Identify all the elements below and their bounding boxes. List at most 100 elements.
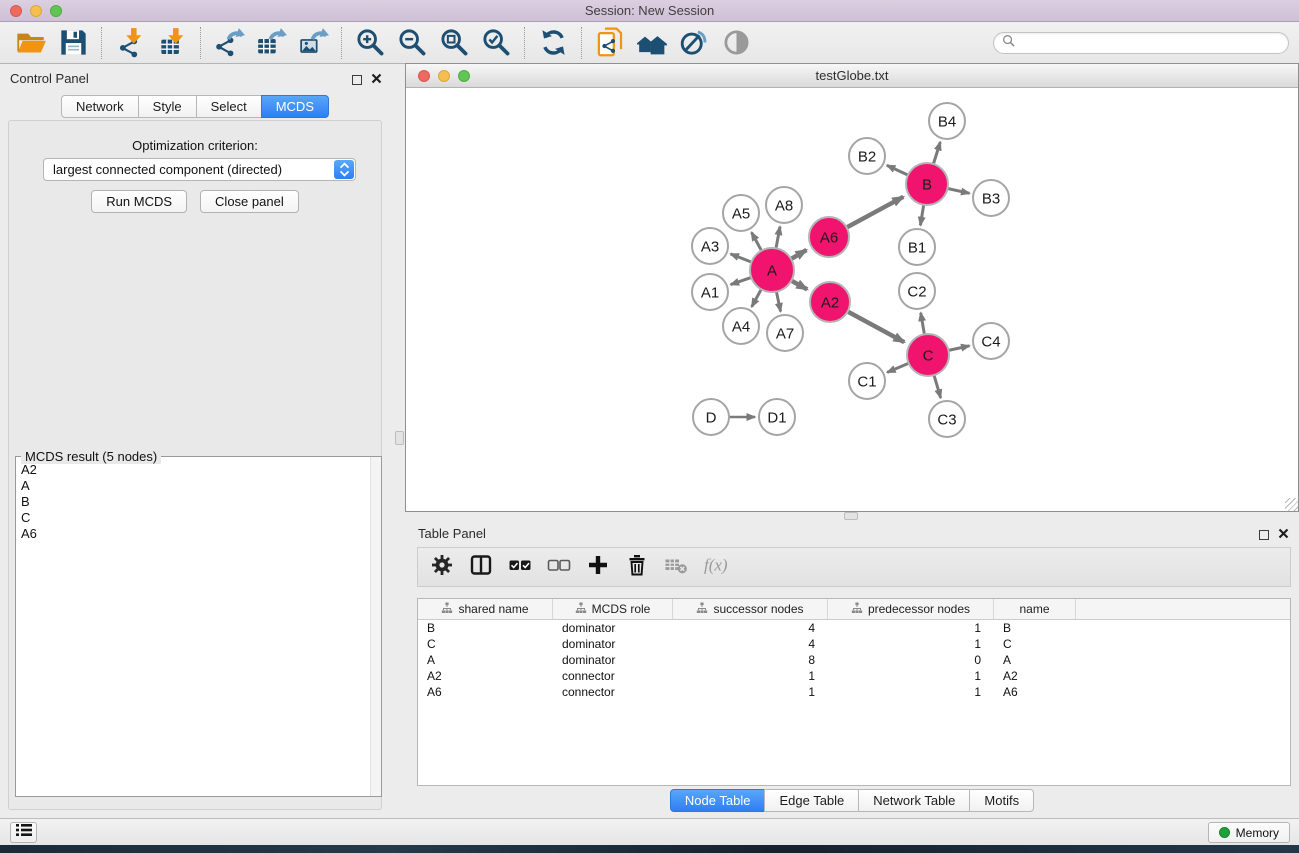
table-cell[interactable]: dominator [553,621,673,635]
graph-edge-A-A8[interactable] [776,227,780,249]
toggle-bird-eye-button[interactable] [715,25,757,61]
table-cell[interactable]: A6 [994,685,1076,699]
graph-edge-A-A2[interactable] [791,281,807,290]
table-tab-edge-table[interactable]: Edge Table [764,789,859,812]
export-table-button[interactable] [250,25,292,61]
table-cell[interactable]: A2 [418,669,553,683]
graph-edge-A2-C[interactable] [848,312,905,343]
table-cell[interactable]: 1 [828,669,994,683]
new-network-from-selection-button[interactable] [589,25,631,61]
graph-edge-C-C2[interactable] [921,313,925,335]
table-cell[interactable]: A [994,653,1076,667]
table-tab-network-table[interactable]: Network Table [858,789,970,812]
delete-row-button[interactable] [621,550,653,584]
graph-node-A6[interactable]: A6 [809,217,849,257]
window-resize-grip[interactable] [1285,498,1298,511]
search-box[interactable] [993,32,1289,54]
close-panel-button[interactable]: Close panel [200,190,299,213]
open-file-button[interactable] [10,25,52,61]
graph-node-B3[interactable]: B3 [973,180,1009,216]
table-tab-node-table[interactable]: Node Table [670,789,766,812]
control-tab-style[interactable]: Style [138,95,197,118]
deselect-all-rows-button[interactable] [543,550,575,584]
graph-edge-B-B4[interactable] [933,142,940,164]
result-scrollbar[interactable] [370,457,381,796]
search-input[interactable] [1020,35,1280,50]
graph-node-B[interactable]: B [906,163,948,205]
import-network-button[interactable] [109,25,151,61]
table-cell[interactable]: C [994,637,1076,651]
table-cell[interactable]: 1 [673,669,828,683]
table-row[interactable]: Adominator80A [418,652,1290,668]
column-header-predecessor-nodes[interactable]: predecessor nodes [828,599,994,619]
table-settings-gear-button[interactable] [426,550,458,584]
zoom-fit-button[interactable] [433,25,475,61]
table-row[interactable]: Cdominator41C [418,636,1290,652]
column-visibility-button[interactable] [465,550,497,584]
graph-node-A3[interactable]: A3 [692,228,728,264]
graph-edge-B-B3[interactable] [948,189,970,194]
graph-node-A8[interactable]: A8 [766,187,802,223]
table-float-panel-icon[interactable] [1259,530,1269,540]
table-cell[interactable]: 1 [828,621,994,635]
table-cell[interactable]: dominator [553,653,673,667]
run-mcds-button[interactable]: Run MCDS [91,190,187,213]
table-row[interactable]: A2connector11A2 [418,668,1290,684]
graph-node-D[interactable]: D [693,399,729,435]
graph-edge-C-C1[interactable] [887,363,909,372]
column-header-shared-name[interactable]: shared name [418,599,553,619]
float-panel-icon[interactable] [352,75,362,85]
graph-edge-B-B2[interactable] [887,165,908,175]
table-cell[interactable]: connector [553,685,673,699]
graph-node-A5[interactable]: A5 [723,195,759,231]
table-cell[interactable]: dominator [553,637,673,651]
vertical-divider-grip[interactable] [395,431,404,445]
table-row[interactable]: Bdominator41B [418,620,1290,636]
column-header-name[interactable]: name [994,599,1076,619]
graph-edge-A-A6[interactable] [791,250,807,259]
memory-button[interactable]: Memory [1208,822,1290,843]
table-cell[interactable]: 4 [673,637,828,651]
column-header-mcds-role[interactable]: MCDS role [553,599,673,619]
graph-edge-B-B1[interactable] [920,205,923,226]
graph-node-C[interactable]: C [907,334,949,376]
control-tab-network[interactable]: Network [61,95,139,118]
control-tab-mcds[interactable]: MCDS [261,95,329,118]
task-history-button[interactable] [10,822,37,843]
table-cell[interactable]: 8 [673,653,828,667]
graph-edge-A-A4[interactable] [752,289,762,307]
graph-node-A[interactable]: A [750,248,794,292]
mcds-result-item[interactable]: A6 [21,526,365,542]
graph-node-C4[interactable]: C4 [973,323,1009,359]
column-header-successor-nodes[interactable]: successor nodes [673,599,828,619]
import-table-button[interactable] [151,25,193,61]
control-tab-select[interactable]: Select [196,95,262,118]
graph-node-A2[interactable]: A2 [810,282,850,322]
graph-node-C3[interactable]: C3 [929,401,965,437]
table-cell[interactable]: 1 [828,637,994,651]
table-cell[interactable]: 0 [828,653,994,667]
save-button[interactable] [52,25,94,61]
graph-node-A4[interactable]: A4 [723,308,759,344]
export-network-button[interactable] [208,25,250,61]
graph-node-A7[interactable]: A7 [767,315,803,351]
mcds-result-item[interactable]: A [21,478,365,494]
graph-node-A1[interactable]: A1 [692,274,728,310]
table-cell[interactable]: C [418,637,553,651]
mcds-result-item[interactable]: B [21,494,365,510]
table-cell[interactable]: connector [553,669,673,683]
add-row-button[interactable] [582,550,614,584]
graph-node-B4[interactable]: B4 [929,103,965,139]
select-all-rows-button[interactable] [504,550,536,584]
graph-edge-C-C4[interactable] [949,346,970,351]
graph-edge-A-A1[interactable] [731,277,752,284]
table-cell[interactable]: B [418,621,553,635]
zoom-selected-button[interactable] [475,25,517,61]
table-cell[interactable]: 1 [828,685,994,699]
table-cell[interactable]: A [418,653,553,667]
graph-node-C2[interactable]: C2 [899,273,935,309]
graph-node-B1[interactable]: B1 [899,229,935,265]
graph-edge-C-C3[interactable] [934,375,941,398]
zoom-in-button[interactable] [349,25,391,61]
network-canvas[interactable]: AA6A2BCA5A8A3A1A4A7B2B4B3B1C2C4C1C3DD1 [406,88,1297,510]
